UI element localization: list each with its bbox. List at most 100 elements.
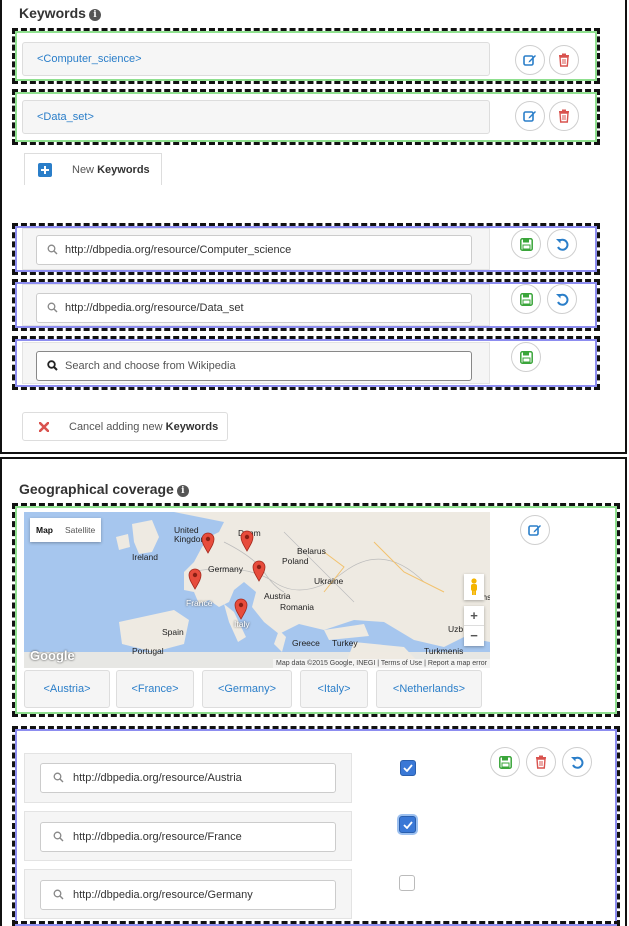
checkbox[interactable] bbox=[399, 816, 416, 833]
location-input-value: http://dbpedia.org/resource/Germany bbox=[73, 889, 253, 901]
undo-icon bbox=[571, 756, 584, 769]
map-label: Turkey bbox=[332, 638, 358, 648]
terms-link[interactable]: Terms of Use bbox=[381, 660, 422, 667]
save-button[interactable] bbox=[511, 284, 541, 314]
map-type-toggle: Map Satellite bbox=[30, 518, 102, 542]
check-icon bbox=[402, 820, 413, 829]
search-icon bbox=[47, 302, 58, 313]
location-chip[interactable]: <Germany> bbox=[202, 670, 292, 708]
search-icon bbox=[53, 889, 64, 900]
map-label: Italy bbox=[234, 619, 250, 629]
location-input[interactable]: http://dbpedia.org/resource/Austria bbox=[40, 763, 336, 793]
location-input-value: http://dbpedia.org/resource/France bbox=[73, 831, 242, 843]
map-label: Portugal bbox=[132, 646, 164, 656]
report-link[interactable]: Report a map error bbox=[428, 660, 487, 667]
new-tab-bold: Keywords bbox=[97, 163, 150, 176]
undo-button[interactable] bbox=[562, 747, 592, 777]
keywords-heading: Keywords i bbox=[19, 5, 101, 21]
street-view-control[interactable] bbox=[464, 574, 484, 600]
map-label: Ukraine bbox=[314, 576, 344, 586]
search-input-value: http://dbpedia.org/resource/Data_set bbox=[65, 302, 244, 314]
map-label: France bbox=[186, 598, 213, 608]
location-input[interactable]: http://dbpedia.org/resource/France bbox=[40, 822, 336, 852]
edit-button[interactable] bbox=[515, 101, 545, 131]
location-chip[interactable]: <France> bbox=[116, 670, 194, 708]
edit-button[interactable] bbox=[515, 45, 545, 75]
edit-button[interactable] bbox=[520, 515, 550, 545]
map-tab[interactable]: Map bbox=[30, 525, 59, 535]
map-label: Belarus bbox=[297, 546, 326, 556]
save-icon bbox=[519, 237, 533, 251]
search-icon bbox=[53, 772, 64, 783]
zoom-in-button[interactable]: + bbox=[464, 606, 484, 625]
search-input-value: http://dbpedia.org/resource/Computer_sci… bbox=[65, 244, 292, 256]
info-icon[interactable]: i bbox=[88, 9, 101, 21]
keyword-item-label[interactable]: <Computer_science> bbox=[22, 42, 490, 76]
location-input[interactable]: http://dbpedia.org/resource/Germany bbox=[40, 880, 336, 910]
search-placeholder: Search and choose from Wikipedia bbox=[65, 360, 236, 372]
map-attribution: Map data ©2015 Google, INEGI | Terms of … bbox=[272, 659, 490, 668]
delete-button[interactable] bbox=[549, 101, 579, 131]
map-label: Germany bbox=[208, 564, 243, 574]
search-icon bbox=[47, 360, 58, 371]
zoom-control: + − bbox=[464, 606, 484, 646]
close-icon bbox=[39, 421, 49, 432]
map-label: Austria bbox=[264, 591, 291, 601]
info-icon[interactable]: i bbox=[176, 485, 189, 497]
trash-icon bbox=[536, 755, 546, 769]
zoom-out-button[interactable]: − bbox=[464, 625, 484, 645]
cancel-adding-button[interactable]: Cancel adding new Keywords bbox=[22, 412, 228, 441]
google-logo: Google bbox=[30, 648, 75, 663]
search-input[interactable]: http://dbpedia.org/resource/Computer_sci… bbox=[36, 235, 472, 265]
map-pin-icon[interactable] bbox=[188, 568, 202, 590]
undo-button[interactable] bbox=[547, 284, 577, 314]
search-icon bbox=[53, 831, 64, 842]
location-chip[interactable]: <Netherlands> bbox=[376, 670, 482, 708]
keyword-item-label[interactable]: <Data_set> bbox=[22, 100, 490, 134]
save-button[interactable] bbox=[511, 229, 541, 259]
location-input-value: http://dbpedia.org/resource/Austria bbox=[73, 772, 242, 784]
attribution-text: Map data ©2015 Google, INEGI bbox=[275, 660, 376, 667]
map-label: Turkmenis bbox=[424, 646, 464, 656]
checkbox[interactable] bbox=[400, 760, 416, 776]
search-icon bbox=[47, 244, 58, 255]
delete-button[interactable] bbox=[549, 45, 579, 75]
map-pin-icon[interactable] bbox=[252, 560, 266, 582]
map[interactable]: Map Satellite Ireland United Kingdom Den… bbox=[24, 512, 490, 668]
map-label: Poland bbox=[282, 556, 309, 566]
edit-icon bbox=[528, 525, 541, 536]
new-keywords-tab[interactable]: New Keywords bbox=[24, 153, 162, 185]
cancel-bold: Keywords bbox=[165, 420, 219, 433]
delete-button[interactable] bbox=[526, 747, 556, 777]
new-tab-prefix: New bbox=[72, 163, 95, 176]
search-input[interactable]: http://dbpedia.org/resource/Data_set bbox=[36, 293, 472, 323]
edit-icon bbox=[523, 111, 536, 122]
undo-button[interactable] bbox=[547, 229, 577, 259]
pegman-icon bbox=[471, 578, 477, 595]
trash-icon bbox=[559, 109, 569, 123]
checkbox[interactable] bbox=[399, 875, 415, 891]
satellite-tab[interactable]: Satellite bbox=[59, 525, 101, 535]
undo-icon bbox=[556, 238, 569, 251]
location-chip[interactable]: <Austria> bbox=[24, 670, 110, 708]
location-chip[interactable]: <Italy> bbox=[300, 670, 368, 708]
check-icon bbox=[403, 764, 413, 772]
map-label: Romania bbox=[280, 602, 315, 612]
map-pin-icon[interactable] bbox=[234, 598, 248, 620]
save-button[interactable] bbox=[511, 342, 541, 372]
save-button[interactable] bbox=[490, 747, 520, 777]
keywords-title: Keywords bbox=[19, 5, 86, 21]
geo-heading: Geographical coverage i bbox=[19, 481, 189, 497]
map-label: Spain bbox=[162, 627, 184, 637]
save-icon bbox=[519, 350, 533, 364]
trash-icon bbox=[559, 53, 569, 67]
wikipedia-search-input[interactable]: Search and choose from Wikipedia bbox=[36, 351, 472, 381]
map-pin-icon[interactable] bbox=[240, 530, 254, 552]
save-icon bbox=[519, 292, 533, 306]
geo-title: Geographical coverage bbox=[19, 481, 174, 497]
save-icon bbox=[498, 755, 512, 769]
edit-icon bbox=[523, 55, 536, 66]
undo-icon bbox=[556, 293, 569, 306]
cancel-prefix: Cancel adding new bbox=[69, 420, 163, 433]
map-pin-icon[interactable] bbox=[201, 532, 215, 554]
